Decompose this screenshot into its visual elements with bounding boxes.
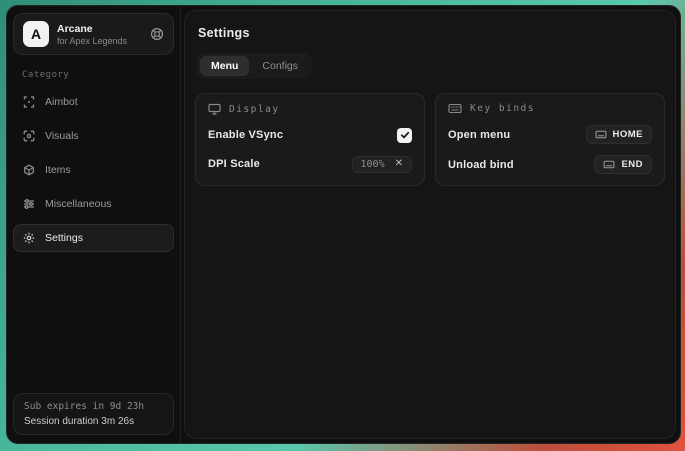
eye-scan-icon <box>23 130 35 142</box>
display-card-header: Display <box>208 103 412 115</box>
sidebar-item-visuals[interactable]: Visuals <box>13 122 174 150</box>
app-title: Arcane <box>57 23 127 35</box>
app-window: A Arcane for Apex Legends Category <box>6 5 681 444</box>
sidebar-item-label: Items <box>45 164 71 176</box>
open-menu-label: Open menu <box>448 129 510 141</box>
main-panel: Settings Menu Configs Display <box>184 10 676 439</box>
sliders-icon <box>23 198 35 210</box>
sidebar-item-miscellaneous[interactable]: Miscellaneous <box>13 190 174 218</box>
x-icon[interactable]: ✕ <box>395 159 403 169</box>
crosshair-icon <box>23 96 35 108</box>
sidebar: A Arcane for Apex Legends Category <box>7 6 181 443</box>
display-card-title: Display <box>229 104 280 115</box>
sidebar-item-settings[interactable]: Settings <box>13 224 174 252</box>
logo-card: A Arcane for Apex Legends <box>13 13 174 55</box>
app-subtitle: for Apex Legends <box>57 36 127 46</box>
open-menu-key: HOME <box>613 129 644 140</box>
gear-icon <box>23 232 35 244</box>
dpi-row: DPI Scale 100% ✕ <box>208 155 412 173</box>
vsync-row: Enable VSync <box>208 126 412 144</box>
logo-text: Arcane for Apex Legends <box>57 23 127 46</box>
keybinds-card: Key binds Open menu HOME <box>435 93 665 186</box>
page-title: Settings <box>198 26 665 40</box>
vsync-label: Enable VSync <box>208 129 283 141</box>
unload-bind-label: Unload bind <box>448 159 514 171</box>
settings-cards: Display Enable VSync DPI Scale <box>195 93 665 186</box>
sidebar-item-items[interactable]: Items <box>13 156 174 184</box>
lifebuoy-icon[interactable] <box>150 27 164 41</box>
dpi-label: DPI Scale <box>208 158 260 170</box>
unload-bind-key: END <box>621 159 643 170</box>
sidebar-item-label: Aimbot <box>45 96 78 108</box>
keyboard-icon <box>595 130 607 139</box>
tab-bar: Menu Configs <box>197 53 312 79</box>
unload-bind-keybind[interactable]: END <box>594 155 652 174</box>
sidebar-item-label: Settings <box>45 232 83 244</box>
session-card: Sub expires in 9d 23h Session duration 3… <box>13 393 174 435</box>
unload-bind-row: Unload bind END <box>448 155 652 174</box>
app-logo: A <box>23 21 49 47</box>
keybinds-card-header: Key binds <box>448 103 652 114</box>
keybinds-card-title: Key binds <box>470 103 535 114</box>
keyboard-icon <box>603 160 615 169</box>
session-duration-text: Session duration 3m 26s <box>24 416 163 427</box>
dpi-scale-input[interactable]: 100% ✕ <box>352 156 412 173</box>
open-menu-keybind[interactable]: HOME <box>586 125 653 144</box>
sub-expires-text: Sub expires in 9d 23h <box>24 401 163 412</box>
sidebar-item-aimbot[interactable]: Aimbot <box>13 88 174 116</box>
vsync-checkbox[interactable] <box>397 128 412 143</box>
dpi-value: 100% <box>361 159 385 170</box>
open-menu-row: Open menu HOME <box>448 125 652 144</box>
cube-icon <box>23 164 35 176</box>
tab-menu[interactable]: Menu <box>200 56 249 76</box>
check-icon <box>400 130 410 140</box>
tab-configs[interactable]: Configs <box>251 56 309 76</box>
main-wrap: Settings Menu Configs Display <box>181 6 680 443</box>
sidebar-item-label: Miscellaneous <box>45 198 112 210</box>
sidebar-nav: Aimbot Visuals Items <box>13 88 174 252</box>
monitor-icon <box>208 103 221 115</box>
display-card: Display Enable VSync DPI Scale <box>195 93 425 186</box>
sidebar-item-label: Visuals <box>45 130 79 142</box>
category-label: Category <box>22 70 165 80</box>
keyboard-icon <box>448 103 462 114</box>
